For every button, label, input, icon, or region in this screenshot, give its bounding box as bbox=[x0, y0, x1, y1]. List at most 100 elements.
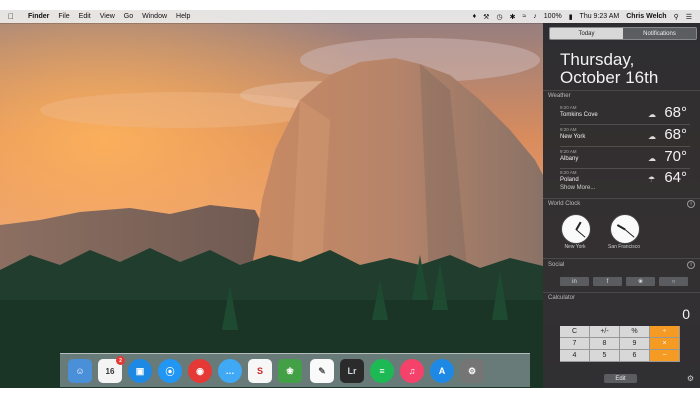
calc-key-5[interactable]: 5 bbox=[590, 350, 620, 362]
divider bbox=[543, 90, 700, 91]
mission-control-icon[interactable]: ▣ bbox=[128, 359, 152, 383]
itunes-icon[interactable]: ♫ bbox=[400, 359, 424, 383]
tools-icon[interactable]: ⚒ bbox=[483, 13, 489, 21]
divider bbox=[543, 198, 700, 199]
battery-percent[interactable]: 100% bbox=[544, 13, 562, 20]
app-store-icon[interactable]: A bbox=[430, 359, 454, 383]
tab-today[interactable]: Today bbox=[550, 28, 623, 39]
weather-city: Albany bbox=[560, 156, 579, 162]
messages-share-button[interactable]: ○ bbox=[659, 277, 688, 286]
apple-menu-icon[interactable]:  bbox=[8, 12, 20, 21]
slack-icon[interactable]: S bbox=[248, 359, 272, 383]
calc-key-divide[interactable]: ÷ bbox=[650, 326, 680, 338]
weather-title: Weather bbox=[548, 93, 571, 99]
timemachine-icon[interactable]: ◷ bbox=[496, 13, 502, 21]
calc-key-9[interactable]: 9 bbox=[620, 338, 650, 350]
calendar-icon[interactable]: 16 2 bbox=[98, 356, 125, 383]
calc-key-minus[interactable]: − bbox=[650, 350, 680, 362]
calc-key-percent[interactable]: % bbox=[620, 326, 650, 338]
spotify-icon[interactable]: ≡ bbox=[370, 359, 394, 383]
spotlight-icon[interactable]: ⚲ bbox=[674, 13, 679, 21]
calc-key-8[interactable]: 8 bbox=[590, 338, 620, 350]
menu-window[interactable]: Window bbox=[142, 13, 167, 20]
messages-icon[interactable]: … bbox=[218, 359, 242, 383]
dropbox-icon[interactable]: ♦ bbox=[473, 13, 477, 20]
bluetooth-icon[interactable]: ✱ bbox=[510, 13, 516, 21]
weather-time: 9:20 AM bbox=[560, 127, 577, 132]
weather-city: Poland bbox=[560, 177, 579, 183]
menu-file[interactable]: File bbox=[58, 13, 69, 20]
minute-hand bbox=[624, 229, 635, 238]
battery-icon[interactable]: ▮ bbox=[569, 13, 573, 21]
world-clock-title: World Clock bbox=[548, 201, 581, 207]
edit-button[interactable]: Edit bbox=[604, 374, 637, 383]
analog-clock bbox=[561, 214, 591, 244]
calc-key-multiply[interactable]: × bbox=[650, 338, 680, 350]
facebook-share-button[interactable]: f bbox=[593, 277, 622, 286]
minute-hand bbox=[575, 229, 586, 238]
calculator-title: Calculator bbox=[548, 295, 576, 301]
weather-row[interactable]: 9:20 AM Tomkins Cove ☁ 68° bbox=[560, 104, 690, 124]
date-weekday: Thursday, bbox=[560, 50, 635, 69]
rain-cloud-icon: ☂ bbox=[648, 175, 656, 184]
bottom-letterbox bbox=[0, 388, 700, 400]
twitter-share-button[interactable]: ❀ bbox=[626, 277, 655, 286]
divider bbox=[560, 124, 690, 125]
calc-key-clear[interactable]: C bbox=[560, 326, 590, 338]
info-icon[interactable]: i bbox=[687, 261, 695, 269]
calculator-display: 0 bbox=[682, 306, 690, 322]
evernote-icon[interactable]: ❀ bbox=[278, 359, 302, 383]
system-preferences-icon[interactable]: ⚙ bbox=[460, 359, 484, 383]
nc-tab-bar: Today Notifications bbox=[549, 27, 697, 40]
weather-temp: 70° bbox=[664, 148, 687, 165]
linkedin-share-button[interactable]: in bbox=[560, 277, 589, 286]
weather-row[interactable]: 9:20 AM Albany ☁ 70° bbox=[560, 148, 690, 168]
safari-icon[interactable]: ⦿ bbox=[158, 359, 182, 383]
calc-key-sign[interactable]: +/- bbox=[590, 326, 620, 338]
info-icon[interactable]: i bbox=[687, 200, 695, 208]
weather-row[interactable]: 9:20 AM New York ☁ 68° bbox=[560, 126, 690, 146]
volume-icon[interactable]: ♪ bbox=[533, 13, 537, 20]
weather-time: 9:20 AM bbox=[560, 170, 577, 175]
gear-icon[interactable]: ⚙ bbox=[687, 374, 694, 383]
notification-center-icon[interactable]: ☰ bbox=[686, 13, 692, 21]
cloud-icon: ☁ bbox=[648, 110, 656, 119]
show-more-link[interactable]: Show More... bbox=[560, 185, 595, 191]
weather-temp: 64° bbox=[664, 169, 687, 186]
calc-key-4[interactable]: 4 bbox=[560, 350, 590, 362]
divider bbox=[543, 258, 700, 259]
menu-bar:  Finder File Edit View Go Window Help ♦… bbox=[0, 10, 700, 23]
calendar-date: 16 bbox=[105, 366, 115, 376]
lightroom-icon[interactable]: Lr bbox=[340, 359, 364, 383]
date-day: October 16th bbox=[560, 68, 659, 87]
calc-key-6[interactable]: 6 bbox=[620, 350, 650, 362]
user-name[interactable]: Chris Welch bbox=[626, 13, 666, 20]
notification-center: Today Notifications Thursday, October 16… bbox=[543, 23, 700, 388]
weather-temp: 68° bbox=[664, 104, 687, 121]
clock-label: San Francisco bbox=[608, 244, 640, 250]
finder-icon[interactable]: ☺ bbox=[68, 359, 92, 383]
clock-label: New York bbox=[564, 244, 586, 250]
textedit-icon[interactable]: ✎ bbox=[310, 359, 334, 383]
social-title: Social bbox=[548, 262, 565, 268]
chrome-icon[interactable]: ◉ bbox=[188, 359, 212, 383]
menu-finder[interactable]: Finder bbox=[28, 13, 49, 20]
menu-edit[interactable]: Edit bbox=[79, 13, 91, 20]
weather-time: 9:20 AM bbox=[560, 105, 577, 110]
dock: ☺ 16 2 ▣ ⦿ ◉ … S ❀ ✎ Lr ≡ ♫ A ⚙ bbox=[60, 353, 530, 387]
analog-clock bbox=[610, 214, 640, 244]
weather-city: New York bbox=[560, 134, 586, 140]
menubar-clock[interactable]: Thu 9:23 AM bbox=[580, 13, 620, 20]
menu-go[interactable]: Go bbox=[124, 13, 133, 20]
weather-temp: 68° bbox=[664, 126, 687, 143]
cloud-icon: ☁ bbox=[648, 154, 656, 163]
weather-city: Tomkins Cove bbox=[560, 112, 598, 118]
calc-key-7[interactable]: 7 bbox=[560, 338, 590, 350]
tab-notifications[interactable]: Notifications bbox=[623, 28, 696, 39]
divider bbox=[560, 146, 690, 147]
menu-view[interactable]: View bbox=[100, 13, 115, 20]
weather-time: 9:20 AM bbox=[560, 149, 577, 154]
divider bbox=[543, 292, 700, 293]
wifi-icon[interactable]: ≈ bbox=[522, 13, 526, 20]
menu-help[interactable]: Help bbox=[176, 13, 190, 20]
